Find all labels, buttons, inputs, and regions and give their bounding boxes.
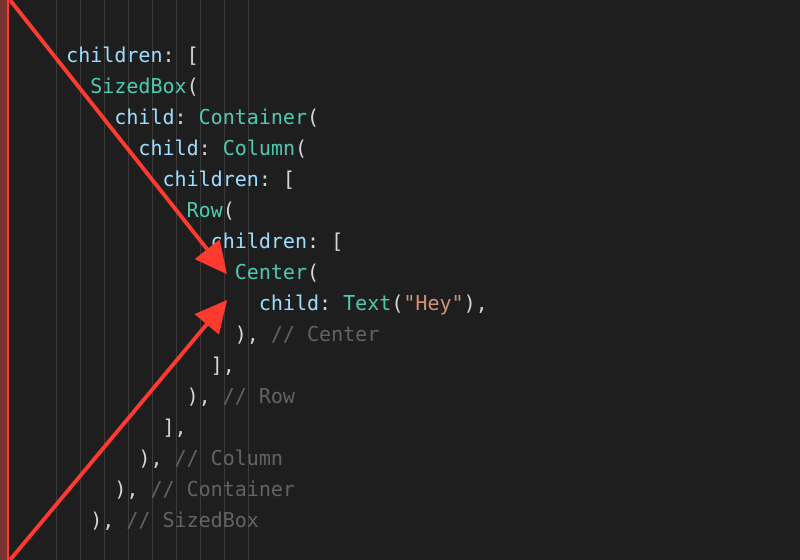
code-line[interactable]: children: [ bbox=[18, 226, 800, 257]
widget-sizedbox: SizedBox bbox=[90, 74, 186, 98]
widget-text: Text bbox=[343, 291, 391, 315]
param-child: child bbox=[114, 105, 174, 129]
closing-comment: // SizedBox bbox=[114, 508, 259, 532]
widget-column: Column bbox=[223, 136, 295, 160]
closing-comment: // Row bbox=[211, 384, 295, 408]
code-line[interactable]: child: Container( bbox=[18, 102, 800, 133]
code-block[interactable]: children: [ SizedBox( child: Container( … bbox=[0, 40, 800, 536]
param-children: children bbox=[66, 43, 162, 67]
param-children: children bbox=[163, 167, 259, 191]
code-line[interactable]: children: [ bbox=[18, 164, 800, 195]
code-line[interactable]: child: Text("Hey"), bbox=[18, 288, 800, 319]
widget-center: Center bbox=[235, 260, 307, 284]
string-literal: "Hey" bbox=[403, 291, 463, 315]
code-editor[interactable]: children: [ SizedBox( child: Container( … bbox=[0, 0, 800, 560]
code-line[interactable]: child: Column( bbox=[18, 133, 800, 164]
code-line[interactable]: SizedBox( bbox=[18, 71, 800, 102]
code-line[interactable]: ), // Container bbox=[18, 474, 800, 505]
code-line[interactable]: ), // Row bbox=[18, 381, 800, 412]
code-line[interactable]: ], bbox=[18, 412, 800, 443]
code-line[interactable]: ), // Column bbox=[18, 443, 800, 474]
code-line[interactable]: ), // Center bbox=[18, 319, 800, 350]
param-child: child bbox=[259, 291, 319, 315]
widget-container: Container bbox=[199, 105, 307, 129]
code-line[interactable]: Row( bbox=[18, 195, 800, 226]
param-child: child bbox=[138, 136, 198, 160]
code-line[interactable]: Center( bbox=[18, 257, 800, 288]
param-children: children bbox=[211, 229, 307, 253]
widget-row: Row bbox=[187, 198, 223, 222]
code-line[interactable]: ], bbox=[18, 350, 800, 381]
closing-comment: // Center bbox=[259, 322, 379, 346]
code-line[interactable]: ), // SizedBox bbox=[18, 505, 800, 536]
code-line[interactable]: children: [ bbox=[18, 40, 800, 71]
closing-comment: // Column bbox=[163, 446, 283, 470]
closing-comment: // Container bbox=[138, 477, 295, 501]
